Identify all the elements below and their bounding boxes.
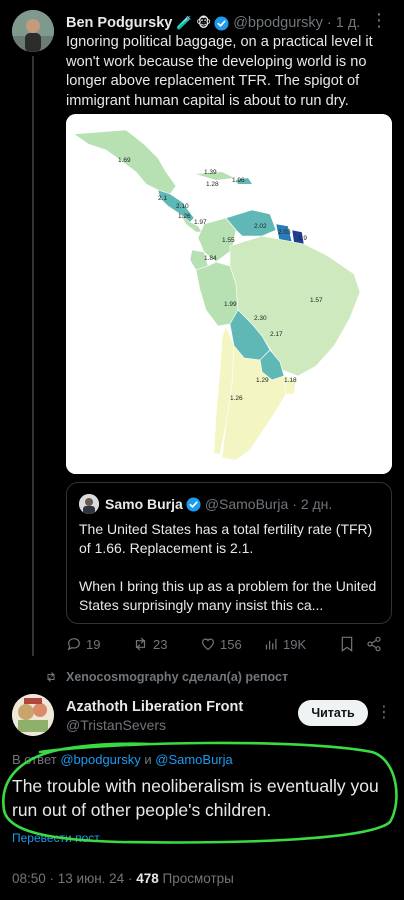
views-count: 478 [136,871,159,886]
heart-icon [202,638,214,651]
post-meta: 08:50 · 13 июн. 24 · 478 Просмотры [12,871,234,886]
author-name[interactable]: Ben Podgursky [66,15,172,31]
views-icon [265,638,277,649]
map-label: 1.9 [298,235,307,242]
views-count: 19K [283,636,307,652]
map-label: 1.96 [232,177,245,184]
verified-icon [186,496,201,512]
quoted-text: The United States has a total fertility … [79,520,385,615]
map-label: 1.57 [310,297,323,304]
map-label: 1.29 [256,377,269,384]
reply-conjunction: и [144,752,152,767]
reply-text: The trouble with neoliberalism is eventu… [12,776,379,820]
translate-link[interactable]: Перевести пост [12,831,100,845]
reply-author-handle[interactable]: @TristanSevers [66,717,166,733]
map-label: 1.26 [178,213,191,220]
bookmark-icon [341,636,353,652]
verified-icon [214,15,229,31]
reply-button[interactable]: 19 [66,636,132,652]
tweet-time[interactable]: · 1 д. [327,15,360,31]
map-label: 2.02 [254,223,267,230]
reply-count: 19 [86,636,101,652]
map-label: 1.18 [284,377,297,384]
quoted-text-p1: The United States has a total fertility … [79,521,373,556]
quoted-text-p2: When I bring this up as a problem for th… [79,578,377,613]
map-label: 2.03 [278,229,291,236]
quoted-tweet[interactable]: Samo Burja @SamoBurja · 2 дн. The United… [66,482,392,624]
reply-context: В ответ @bpodgursky и @SamoBurja [12,752,233,767]
share-icon [367,636,381,652]
views-label: Просмотры [162,871,234,886]
repost-icon [47,672,55,682]
tweet-actions: 19 23 156 19K [66,632,392,656]
repost-icon [135,637,146,651]
quoted-tweet-header: Samo Burja @SamoBurja · 2 дн. [79,494,332,514]
map-label: 1.84 [204,255,217,262]
author-handle[interactable]: @bpodgursky [233,15,323,31]
thread-line [32,56,34,656]
quoted-handle: @SamoBurja [204,496,289,512]
bookmark-button[interactable] [340,636,366,652]
quoted-time: · 2 дн. [292,496,333,512]
map-label: 1.39 [204,169,217,176]
map-label: 1.69 [118,157,131,164]
reply-prefix: В ответ [12,752,57,767]
map-label: 2.10 [176,203,189,210]
author-emojis: 🧪 🐵 [176,15,212,30]
more-icon[interactable]: ⋮ [370,10,389,31]
repost-button[interactable]: 23 [132,636,200,652]
map-label: 1.55 [222,237,235,244]
map-label: 1.26 [230,395,243,402]
map-label: 1.97 [194,219,207,226]
quoted-avatar [79,494,99,514]
avatar[interactable] [12,10,54,52]
repost-count: 23 [153,636,168,652]
like-button[interactable]: 156 [200,636,264,652]
tweet-header: Ben Podgursky 🧪 🐵 @bpodgursky · 1 д. [66,12,392,34]
reply-user-link[interactable]: @SamoBurja [155,752,233,767]
tweet-text: Ignoring political baggage, on a practic… [66,34,373,109]
reply-user-link[interactable]: @bpodgursky [60,752,140,767]
repost-indicator: Xenocosmography сделал(а) репост [44,670,288,684]
like-count: 156 [220,636,242,652]
reply-icon [67,638,80,651]
map-label: 2.1 [158,195,167,202]
map-label: 2.30 [254,315,267,322]
repost-label[interactable]: Xenocosmography сделал(а) репост [66,670,288,684]
more-icon[interactable]: ⋮ [376,702,392,722]
post-time[interactable]: 08:50 · 13 июн. 24 · [12,871,132,886]
follow-button[interactable]: Читать [298,700,368,726]
fertility-map-image[interactable]: 1.69 1.39 1.96 1.28 2.1 2.10 1.26 1.97 2… [66,114,392,474]
avatar[interactable] [12,694,54,736]
quoted-author-name: Samo Burja [105,496,183,512]
map-label: 1.28 [206,181,219,188]
reply-author-name[interactable]: Azathoth Liberation Front [66,699,243,715]
views-button[interactable]: 19K [264,637,340,652]
share-button[interactable] [366,636,386,652]
map-label: 2.17 [270,331,283,338]
map-label: 1.99 [224,301,237,308]
